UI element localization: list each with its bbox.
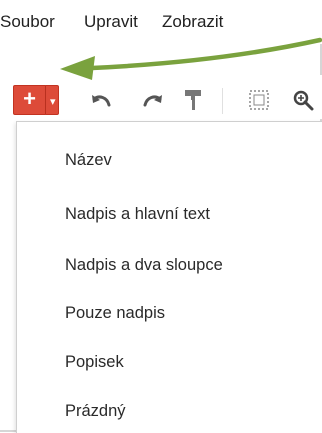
layout-caption[interactable]: Popisek bbox=[65, 353, 124, 372]
menu-edit[interactable]: Upravit bbox=[84, 12, 138, 32]
layout-title-and-body[interactable]: Nadpis a hlavní text bbox=[65, 205, 210, 224]
layout-title-only[interactable]: Pouze nadpis bbox=[65, 304, 165, 323]
layout-title[interactable]: Název bbox=[65, 151, 112, 170]
layout-title-and-two-columns[interactable]: Nadpis a dva sloupce bbox=[65, 256, 223, 275]
redo-icon[interactable] bbox=[140, 88, 166, 112]
chevron-down-icon: ▾ bbox=[50, 96, 56, 108]
menu-view[interactable]: Zobrazit bbox=[162, 12, 223, 32]
paint-format-icon[interactable] bbox=[180, 88, 206, 112]
zoom-icon[interactable] bbox=[290, 88, 316, 112]
new-slide-layout-menu: Název Nadpis a hlavní text Nadpis a dva … bbox=[16, 121, 322, 433]
select-icon[interactable] bbox=[246, 88, 272, 112]
menu-bar: Soubor Upravit Zobrazit bbox=[0, 0, 322, 44]
new-slide-button[interactable]: + bbox=[13, 85, 45, 115]
new-slide-dropdown-button[interactable]: ▾ bbox=[45, 85, 59, 115]
toolbar-separator bbox=[222, 88, 223, 114]
menu-file[interactable]: Soubor bbox=[0, 12, 55, 32]
layout-blank[interactable]: Prázdný bbox=[65, 402, 126, 421]
undo-icon[interactable] bbox=[88, 88, 114, 112]
